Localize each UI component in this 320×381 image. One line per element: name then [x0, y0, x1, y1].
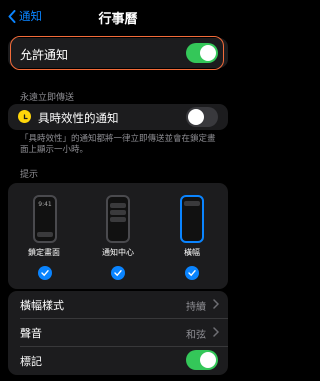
badges-toggle[interactable] — [186, 350, 218, 370]
lock-screen-time: 9:41 — [38, 201, 52, 208]
banner-style-label: 橫幅樣式 — [20, 299, 64, 312]
time-sensitive-label: 具時效性的通知 — [38, 111, 119, 125]
badges-label: 標記 — [20, 355, 42, 368]
chevron-right-icon — [213, 299, 219, 309]
time-sensitive-toggle[interactable] — [186, 107, 218, 127]
time-sensitive-row: 具時效性的通知 — [8, 104, 228, 130]
notification-center-preview — [106, 195, 130, 243]
sound-value: 和弦 — [186, 330, 206, 341]
clock-icon — [18, 110, 31, 123]
banner-style-value: 持續 — [186, 302, 206, 313]
nav-bar: 通知 行事曆 — [0, 0, 236, 34]
alert-option-label: 橫幅 — [184, 248, 200, 257]
notification-stack — [110, 210, 126, 215]
page-title: 行事曆 — [98, 12, 138, 27]
checkmark-icon[interactable] — [38, 266, 52, 280]
alert-option-notification-center[interactable]: 通知中心 — [81, 183, 155, 289]
badges-row: 標記 — [8, 347, 228, 373]
alert-option-lock-screen[interactable]: 9:41 鎖定畫面 — [8, 183, 81, 289]
alerts-section-header: 提示 — [20, 170, 39, 180]
sound-label: 聲音 — [20, 327, 42, 340]
alert-option-label: 鎖定畫面 — [28, 248, 60, 257]
alerts-group: 9:41 鎖定畫面 通知中心 橫幅 — [8, 183, 228, 289]
lock-screen-preview: 9:41 — [33, 195, 57, 243]
highlight-outline — [10, 36, 224, 70]
chevron-right-icon — [213, 327, 219, 337]
toggle-knob — [188, 109, 204, 125]
notification-stack — [110, 203, 126, 208]
settings-group: 橫幅樣式 持續 聲音 和弦 標記 — [8, 291, 228, 375]
lock-screen-notification — [37, 232, 53, 237]
toggle-knob — [200, 352, 216, 368]
notification-stack — [110, 217, 126, 222]
sound-row[interactable]: 聲音 和弦 — [8, 319, 228, 345]
time-sensitive-footnote: 「具時效性」的通知都將一律立即傳送並會在鎖定畫面上顯示一小時。 — [20, 134, 216, 155]
deliver-section-header: 永遠立即傳送 — [20, 93, 75, 103]
alert-option-banners[interactable]: 橫幅 — [155, 183, 228, 289]
checkmark-icon[interactable] — [111, 266, 125, 280]
banners-preview — [180, 195, 204, 243]
alert-option-label: 通知中心 — [102, 248, 134, 257]
banner-style-row[interactable]: 橫幅樣式 持續 — [8, 291, 228, 317]
checkmark-icon[interactable] — [185, 266, 199, 280]
banner-notification — [184, 201, 200, 206]
